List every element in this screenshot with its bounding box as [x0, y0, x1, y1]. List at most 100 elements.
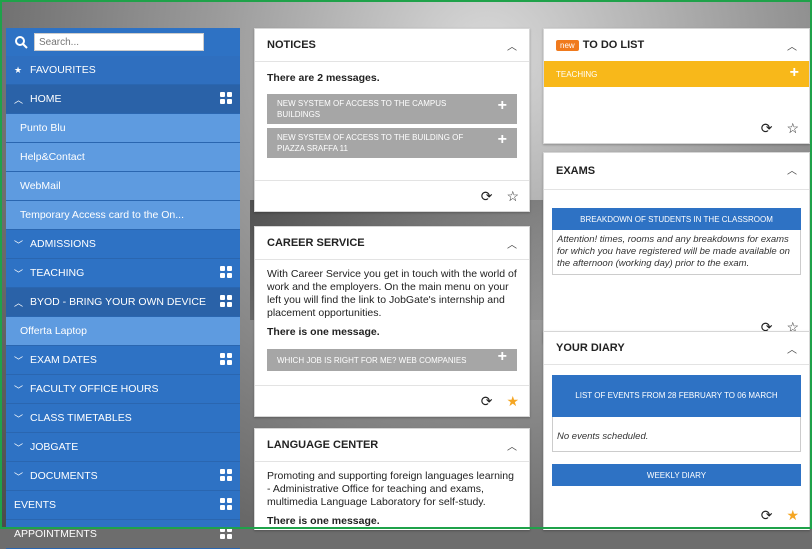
sidebar-item-label: FAVOURITES	[30, 64, 96, 76]
chevron-up-icon[interactable]: ︿	[787, 341, 797, 356]
panel-description: With Career Service you get in touch wit…	[267, 268, 517, 319]
messages-count: There is one message.	[267, 326, 380, 338]
star-filled-icon[interactable]: ★	[506, 393, 519, 410]
sidebar-item-label: DOCUMENTS	[30, 470, 98, 482]
sidebar-item-punto-blu[interactable]: Punto Blu	[6, 114, 240, 143]
sidebar-item-exam-dates[interactable]: ﹀ EXAM DATES	[6, 346, 240, 375]
panel-header: CAREER SERVICE ︿	[255, 227, 529, 260]
panel-header: LANGUAGE CENTER ︿	[255, 429, 529, 462]
chevron-down-icon: ﹀	[14, 355, 24, 366]
panel-title: EXAMS	[556, 165, 596, 177]
grid-icon[interactable]	[220, 353, 232, 365]
chevron-down-icon: ﹀	[14, 384, 24, 395]
grid-icon[interactable]	[220, 92, 232, 104]
star-icon: ★	[14, 64, 23, 75]
chevron-down-icon: ﹀	[14, 268, 24, 279]
sidebar-item-jobgate[interactable]: ﹀ JOBGATE	[6, 433, 240, 462]
chevron-up-icon: ︿	[14, 94, 24, 105]
grid-icon[interactable]	[220, 498, 232, 510]
sidebar-item-label: APPOINTMENTS	[14, 528, 97, 540]
sidebar-item-class-timetables[interactable]: ﹀ CLASS TIMETABLES	[6, 404, 240, 433]
sidebar-item-label: Help&Contact	[20, 151, 85, 163]
plus-icon: +	[497, 97, 507, 114]
sidebar-item-favourites[interactable]: ★ FAVOURITES	[6, 56, 240, 85]
chevron-up-icon[interactable]: ︿	[507, 438, 517, 453]
chevron-up-icon[interactable]: ︿	[507, 38, 517, 53]
language-center-panel: LANGUAGE CENTER ︿ Promoting and supporti…	[254, 428, 530, 530]
plus-icon: +	[497, 131, 507, 148]
refresh-icon[interactable]: ⟳	[481, 188, 493, 205]
chevron-up-icon[interactable]: ︿	[507, 236, 517, 251]
no-events-text: No events scheduled.	[552, 417, 801, 452]
messages-count: There is one message.	[267, 515, 380, 527]
sidebar-item-label: Temporary Access card to the On...	[20, 209, 184, 221]
search-icon[interactable]	[14, 35, 28, 49]
panel-description: Promoting and supporting foreign languag…	[267, 470, 514, 508]
sidebar-item-label: CLASS TIMETABLES	[30, 412, 132, 424]
sidebar-item-temporary-access[interactable]: Temporary Access card to the On...	[6, 201, 240, 230]
events-list-button[interactable]: LIST OF EVENTS FROM 28 FEBRUARY TO 06 MA…	[552, 375, 801, 417]
panel-header: NOTICES ︿	[255, 29, 529, 62]
career-message[interactable]: WHICH JOB IS RIGHT FOR ME? WEB COMPANIES…	[267, 349, 517, 371]
star-icon[interactable]: ☆	[506, 188, 519, 205]
chevron-down-icon: ﹀	[14, 413, 24, 424]
sidebar-item-byod[interactable]: ︿ BYOD - BRING YOUR OWN DEVICE	[6, 288, 240, 317]
sidebar-item-faculty-office-hours[interactable]: ﹀ FACULTY OFFICE HOURS	[6, 375, 240, 404]
todo-item[interactable]: TEACHING +	[544, 61, 809, 87]
sidebar-item-help-contact[interactable]: Help&Contact	[6, 143, 240, 172]
message-label: NEW SYSTEM OF ACCESS TO THE BUILDING OF …	[277, 133, 464, 153]
todo-panel: new TO DO LIST ︿ TEACHING + ⟳ ☆	[543, 28, 810, 144]
notice-message[interactable]: NEW SYSTEM OF ACCESS TO THE CAMPUS BUILD…	[267, 94, 517, 124]
sidebar-item-appointments[interactable]: APPOINTMENTS	[6, 520, 240, 549]
refresh-icon[interactable]: ⟳	[481, 393, 493, 410]
message-label: WHICH JOB IS RIGHT FOR ME? WEB COMPANIES	[277, 355, 467, 365]
diary-panel: YOUR DIARY ︿ LIST OF EVENTS FROM 28 FEBR…	[543, 331, 810, 530]
chevron-up-icon[interactable]: ︿	[787, 162, 797, 177]
chevron-up-icon[interactable]: ︿	[787, 38, 797, 53]
grid-icon[interactable]	[220, 469, 232, 481]
panel-title: NOTICES	[267, 39, 316, 51]
search-input[interactable]	[34, 33, 204, 51]
refresh-icon[interactable]: ⟳	[761, 507, 773, 524]
chevron-down-icon: ﹀	[14, 442, 24, 453]
sidebar-item-label: Punto Blu	[20, 122, 66, 134]
grid-icon[interactable]	[220, 266, 232, 278]
grid-icon[interactable]	[220, 295, 232, 307]
career-service-panel: CAREER SERVICE ︿ With Career Service you…	[254, 226, 530, 417]
weekly-diary-button[interactable]: WEEKLY DIARY	[552, 464, 801, 486]
panel-title: YOUR DIARY	[556, 342, 625, 354]
sidebar-item-teaching[interactable]: ﹀ TEACHING	[6, 259, 240, 288]
messages-count: There are 2 messages.	[267, 72, 380, 84]
sidebar-item-label: FACULTY OFFICE HOURS	[30, 383, 159, 395]
panel-header: YOUR DIARY ︿	[544, 332, 809, 365]
sidebar-item-webmail[interactable]: WebMail	[6, 172, 240, 201]
star-icon[interactable]: ☆	[786, 120, 799, 137]
refresh-icon[interactable]: ⟳	[761, 120, 773, 137]
sidebar-item-label: EVENTS	[14, 499, 57, 511]
sidebar-item-documents[interactable]: ﹀ DOCUMENTS	[6, 462, 240, 491]
panel-header: EXAMS ︿	[544, 153, 809, 190]
sidebar-item-admissions[interactable]: ﹀ ADMISSIONS	[6, 230, 240, 259]
panel-title: TO DO LIST	[582, 39, 645, 51]
panel-footer: ⟳ ★	[544, 500, 809, 530]
panel-header: new TO DO LIST ︿	[544, 29, 809, 61]
sidebar-item-label: HOME	[30, 93, 62, 105]
chevron-down-icon: ﹀	[14, 239, 24, 250]
sidebar-item-label: JOBGATE	[30, 441, 79, 453]
panel-footer: ⟳ ☆	[544, 113, 809, 143]
sidebar-item-offerta-laptop[interactable]: Offerta Laptop	[6, 317, 240, 346]
plus-icon: +	[497, 348, 507, 365]
chevron-down-icon: ﹀	[14, 471, 24, 482]
sidebar-item-label: Offerta Laptop	[20, 325, 87, 337]
panel-title: LANGUAGE CENTER	[267, 439, 379, 451]
star-filled-icon[interactable]: ★	[786, 507, 799, 524]
notice-message[interactable]: NEW SYSTEM OF ACCESS TO THE BUILDING OF …	[267, 128, 517, 158]
sidebar-item-label: WebMail	[20, 180, 61, 192]
sidebar: ★ FAVOURITES ︿ HOME Punto Blu Help&Conta…	[6, 28, 240, 549]
plus-icon: +	[789, 64, 799, 81]
breakdown-button[interactable]: BREAKDOWN OF STUDENTS IN THE CLASSROOM	[552, 208, 801, 230]
sidebar-item-home[interactable]: ︿ HOME	[6, 85, 240, 114]
sidebar-item-events[interactable]: EVENTS	[6, 491, 240, 520]
panel-footer: ⟳ ☆	[255, 180, 529, 211]
notices-panel: NOTICES ︿ There are 2 messages. NEW SYST…	[254, 28, 530, 212]
